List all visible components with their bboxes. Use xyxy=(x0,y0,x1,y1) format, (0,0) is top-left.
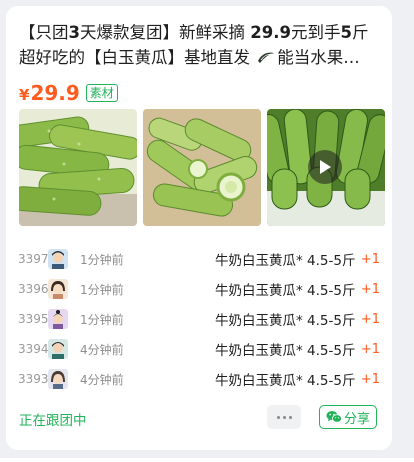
next-card-edge xyxy=(0,458,414,462)
title-text: 【只团 xyxy=(19,23,69,42)
order-time: 4分钟前 xyxy=(80,342,124,357)
order-product: 牛奶白玉黄瓜* 4.5-5斤 xyxy=(215,373,356,389)
order-quantity: +1 xyxy=(360,371,380,387)
order-number: 3396 xyxy=(18,282,49,296)
thumbnail-2[interactable] xyxy=(143,109,261,226)
title-text: 元到手 xyxy=(290,23,341,42)
order-row: 3393 4分钟前 牛奶白玉黄瓜* 4.5-5斤 +1 xyxy=(18,364,380,394)
order-product: 牛奶白玉黄瓜* 4.5-5斤 xyxy=(215,343,356,359)
order-list: 3397 1分钟前 牛奶白玉黄瓜* 4.5-5斤 +1 3396 1分钟前 牛奶… xyxy=(18,244,380,394)
cucumber-emoji-icon xyxy=(258,52,275,63)
thumbnail-gallery xyxy=(19,109,385,226)
more-button[interactable] xyxy=(267,405,301,429)
order-time: 4分钟前 xyxy=(80,372,124,387)
order-number: 3393 xyxy=(18,372,49,386)
order-time: 1分钟前 xyxy=(80,282,124,297)
order-row: 3395 1分钟前 牛奶白玉黄瓜* 4.5-5斤 +1 xyxy=(18,304,380,334)
title-text: 天爆款复团】新鲜采摘 xyxy=(79,23,251,42)
order-product: 牛奶白玉黄瓜* 4.5-5斤 xyxy=(215,283,356,299)
thumbnail-1[interactable] xyxy=(19,109,137,226)
order-product: 牛奶白玉黄瓜* 4.5-5斤 xyxy=(215,313,356,329)
post-title[interactable]: 【只团3天爆款复团】新鲜采摘 29.9元到手5斤超好吃的【白玉黄瓜】基地直发 能… xyxy=(19,20,369,70)
currency-symbol: ¥ xyxy=(19,86,30,104)
order-row: 3397 1分钟前 牛奶白玉黄瓜* 4.5-5斤 +1 xyxy=(18,244,380,274)
play-icon xyxy=(320,160,331,174)
title-bold-text: 29.9 xyxy=(250,23,291,42)
order-product: 牛奶白玉黄瓜* 4.5-5斤 xyxy=(215,253,356,269)
order-time: 1分钟前 xyxy=(80,312,124,327)
price-row: ¥29.9 素材 xyxy=(19,80,118,106)
cucumber-photo xyxy=(19,109,137,226)
cucumber-basket-photo xyxy=(143,109,261,226)
more-dots-icon xyxy=(276,415,280,419)
order-quantity: +1 xyxy=(360,311,380,327)
group-status: 正在跟团中 xyxy=(19,413,87,429)
share-label: 分享 xyxy=(343,411,370,427)
material-tag[interactable]: 素材 xyxy=(85,84,118,102)
order-row: 3394 4分钟前 牛奶白玉黄瓜* 4.5-5斤 +1 xyxy=(18,334,380,364)
title-text: 能当水果… xyxy=(277,48,360,67)
play-button[interactable] xyxy=(308,150,342,184)
order-number: 3395 xyxy=(18,312,49,326)
thumbnail-3[interactable] xyxy=(267,109,385,226)
price: ¥29.9 xyxy=(19,81,80,105)
wechat-icon xyxy=(326,411,342,423)
price-value: 29.9 xyxy=(30,81,80,105)
order-time: 1分钟前 xyxy=(80,252,124,267)
group-buy-card[interactable]: 【只团3天爆款复团】新鲜采摘 29.9元到手5斤超好吃的【白玉黄瓜】基地直发 能… xyxy=(6,6,392,450)
order-quantity: +1 xyxy=(360,341,380,357)
avatar[interactable] xyxy=(48,369,68,389)
order-number: 3397 xyxy=(18,252,49,266)
avatar[interactable] xyxy=(48,309,68,329)
avatar[interactable] xyxy=(48,339,68,359)
avatar[interactable] xyxy=(48,249,68,269)
order-quantity: +1 xyxy=(360,251,380,267)
share-button[interactable]: 分享 xyxy=(319,405,377,429)
title-bold-text: 3 xyxy=(68,23,80,42)
avatar[interactable] xyxy=(48,279,68,299)
order-number: 3394 xyxy=(18,342,49,356)
order-quantity: +1 xyxy=(360,281,380,297)
title-bold-text: 5 xyxy=(340,23,352,42)
order-row: 3396 1分钟前 牛奶白玉黄瓜* 4.5-5斤 +1 xyxy=(18,274,380,304)
